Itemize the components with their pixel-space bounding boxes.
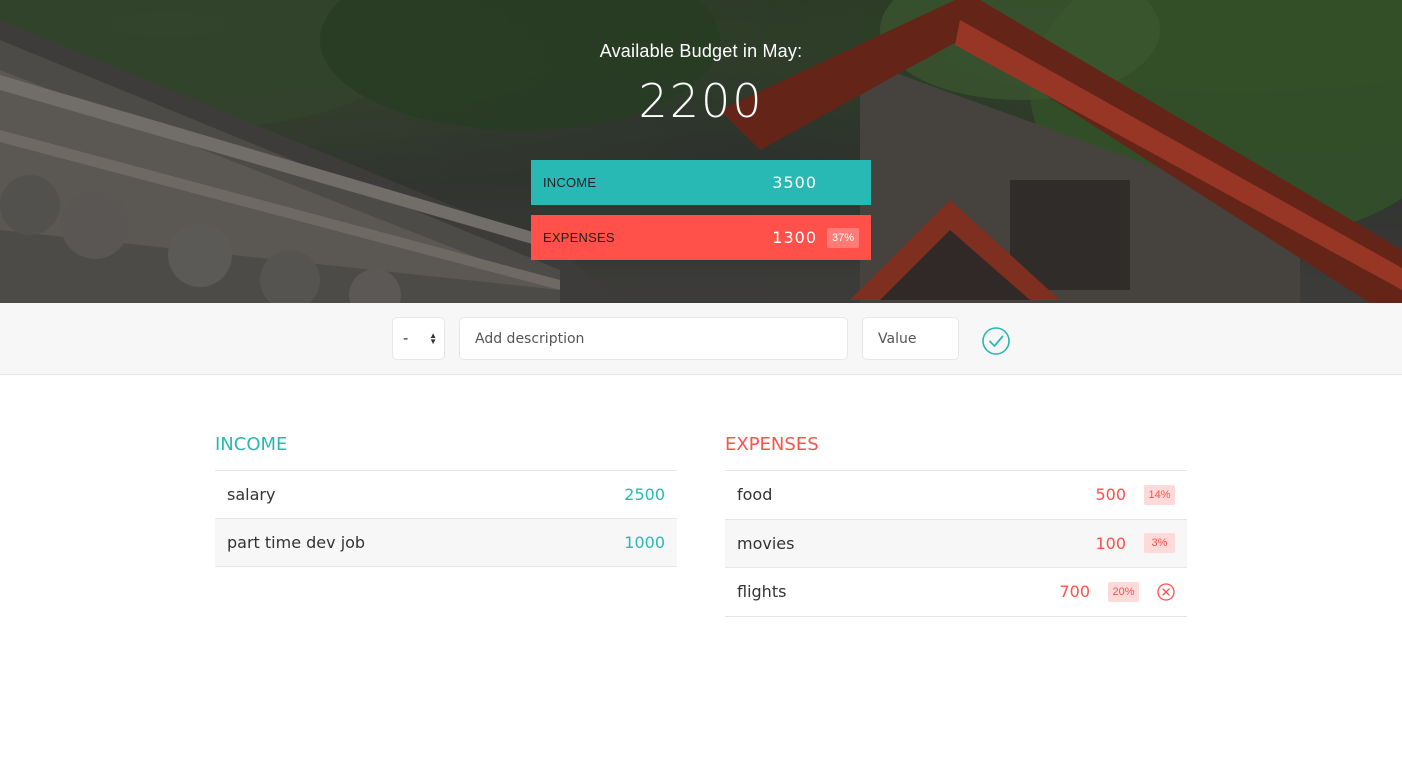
expense-item[interactable]: movies 100 3% [725,519,1187,568]
income-item-description: part time dev job [227,533,366,552]
expense-item-description: food [737,485,773,505]
type-select[interactable]: - ▲ ▼ [392,317,445,360]
income-list-title: INCOME [215,423,677,471]
expense-item-percentage: 3% [1144,533,1175,554]
income-item-value: 2500 [624,485,665,504]
income-item[interactable]: part time dev job 1000 [215,519,677,567]
expenses-list-title: EXPENSES [725,423,1187,471]
income-summary: INCOME 3500 [531,160,871,205]
budget-title: Available Budget in May: [599,41,803,61]
add-entry-bar: - ▲ ▼ [0,303,1402,375]
income-summary-label: INCOME [543,175,597,190]
expense-item[interactable]: food 500 14% [725,471,1187,520]
select-arrows-icon: ▲ ▼ [429,330,437,346]
income-item-description: salary [227,485,276,504]
check-circle-icon[interactable] [982,327,1010,355]
expense-item-value: 100 [1095,533,1126,553]
description-input[interactable] [459,317,848,360]
income-list: INCOME salary 2500 part time dev job 100… [215,423,677,567]
expenses-summary-percentage: 37% [827,227,859,248]
expenses-summary-value: 1300 [772,228,817,247]
expense-item-percentage: 14% [1144,484,1175,505]
expenses-summary: EXPENSES 1300 37% [531,215,871,260]
expense-item[interactable]: flights 700 20% [725,568,1187,617]
expense-item-description: flights [737,582,787,602]
budget-header: Available Budget in May: 2200 INCOME 350… [0,0,1402,303]
close-circle-icon[interactable] [1157,583,1175,601]
expense-item-value: 700 [1059,582,1090,602]
expenses-list: EXPENSES food 500 14% movies 100 3% flig… [725,423,1187,617]
income-item[interactable]: salary 2500 [215,471,677,519]
income-item-value: 1000 [624,533,665,552]
income-summary-value: 3500 [772,173,817,192]
expense-item-description: movies [737,533,795,553]
value-input[interactable] [862,317,959,360]
type-select-value: - [403,329,409,347]
expense-item-percentage: 20% [1108,581,1139,602]
expense-item-value: 500 [1095,485,1126,505]
available-budget-value: 2200 [638,74,764,128]
expenses-summary-label: EXPENSES [543,230,615,245]
